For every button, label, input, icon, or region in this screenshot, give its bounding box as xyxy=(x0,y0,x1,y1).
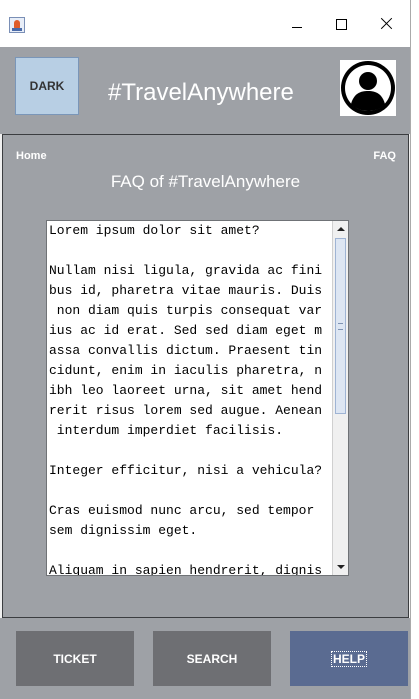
nav-home-link[interactable]: Home xyxy=(16,150,47,162)
title-bar xyxy=(0,0,410,47)
ticket-button[interactable]: TICKET xyxy=(16,631,134,686)
page-title: FAQ of #TravelAnywhere xyxy=(110,172,301,191)
faq-text-area[interactable]: Lorem ipsum dolor sit amet? Nullam nisi … xyxy=(46,220,349,576)
dark-mode-button[interactable]: DARK xyxy=(15,57,79,115)
footer-nav: TICKET SEARCH HELP xyxy=(0,618,410,699)
nav-faq-link[interactable]: FAQ xyxy=(373,150,396,162)
scroll-up-icon[interactable] xyxy=(333,221,348,237)
help-button-label: HELP xyxy=(330,650,367,667)
faq-panel: Home FAQ FAQ of #TravelAnywhere Lorem ip… xyxy=(2,134,409,618)
faq-text: Lorem ipsum dolor sit amet? Nullam nisi … xyxy=(49,223,323,576)
brand-title: #TravelAnywhere xyxy=(108,79,294,106)
app-window: DARK #TravelAnywhere Home FAQ FAQ of #Tr… xyxy=(0,0,411,699)
java-coffee-icon xyxy=(9,17,25,33)
minimize-icon[interactable] xyxy=(282,14,312,34)
search-button[interactable]: SEARCH xyxy=(153,631,271,686)
close-icon[interactable] xyxy=(372,14,402,34)
scroll-down-icon[interactable] xyxy=(333,559,348,575)
user-avatar-icon[interactable] xyxy=(340,60,396,116)
vertical-scrollbar[interactable] xyxy=(332,221,348,575)
scrollbar-thumb[interactable] xyxy=(335,238,346,414)
header-panel: DARK #TravelAnywhere xyxy=(0,47,410,134)
help-button[interactable]: HELP xyxy=(290,631,408,686)
maximize-icon[interactable] xyxy=(326,14,356,34)
